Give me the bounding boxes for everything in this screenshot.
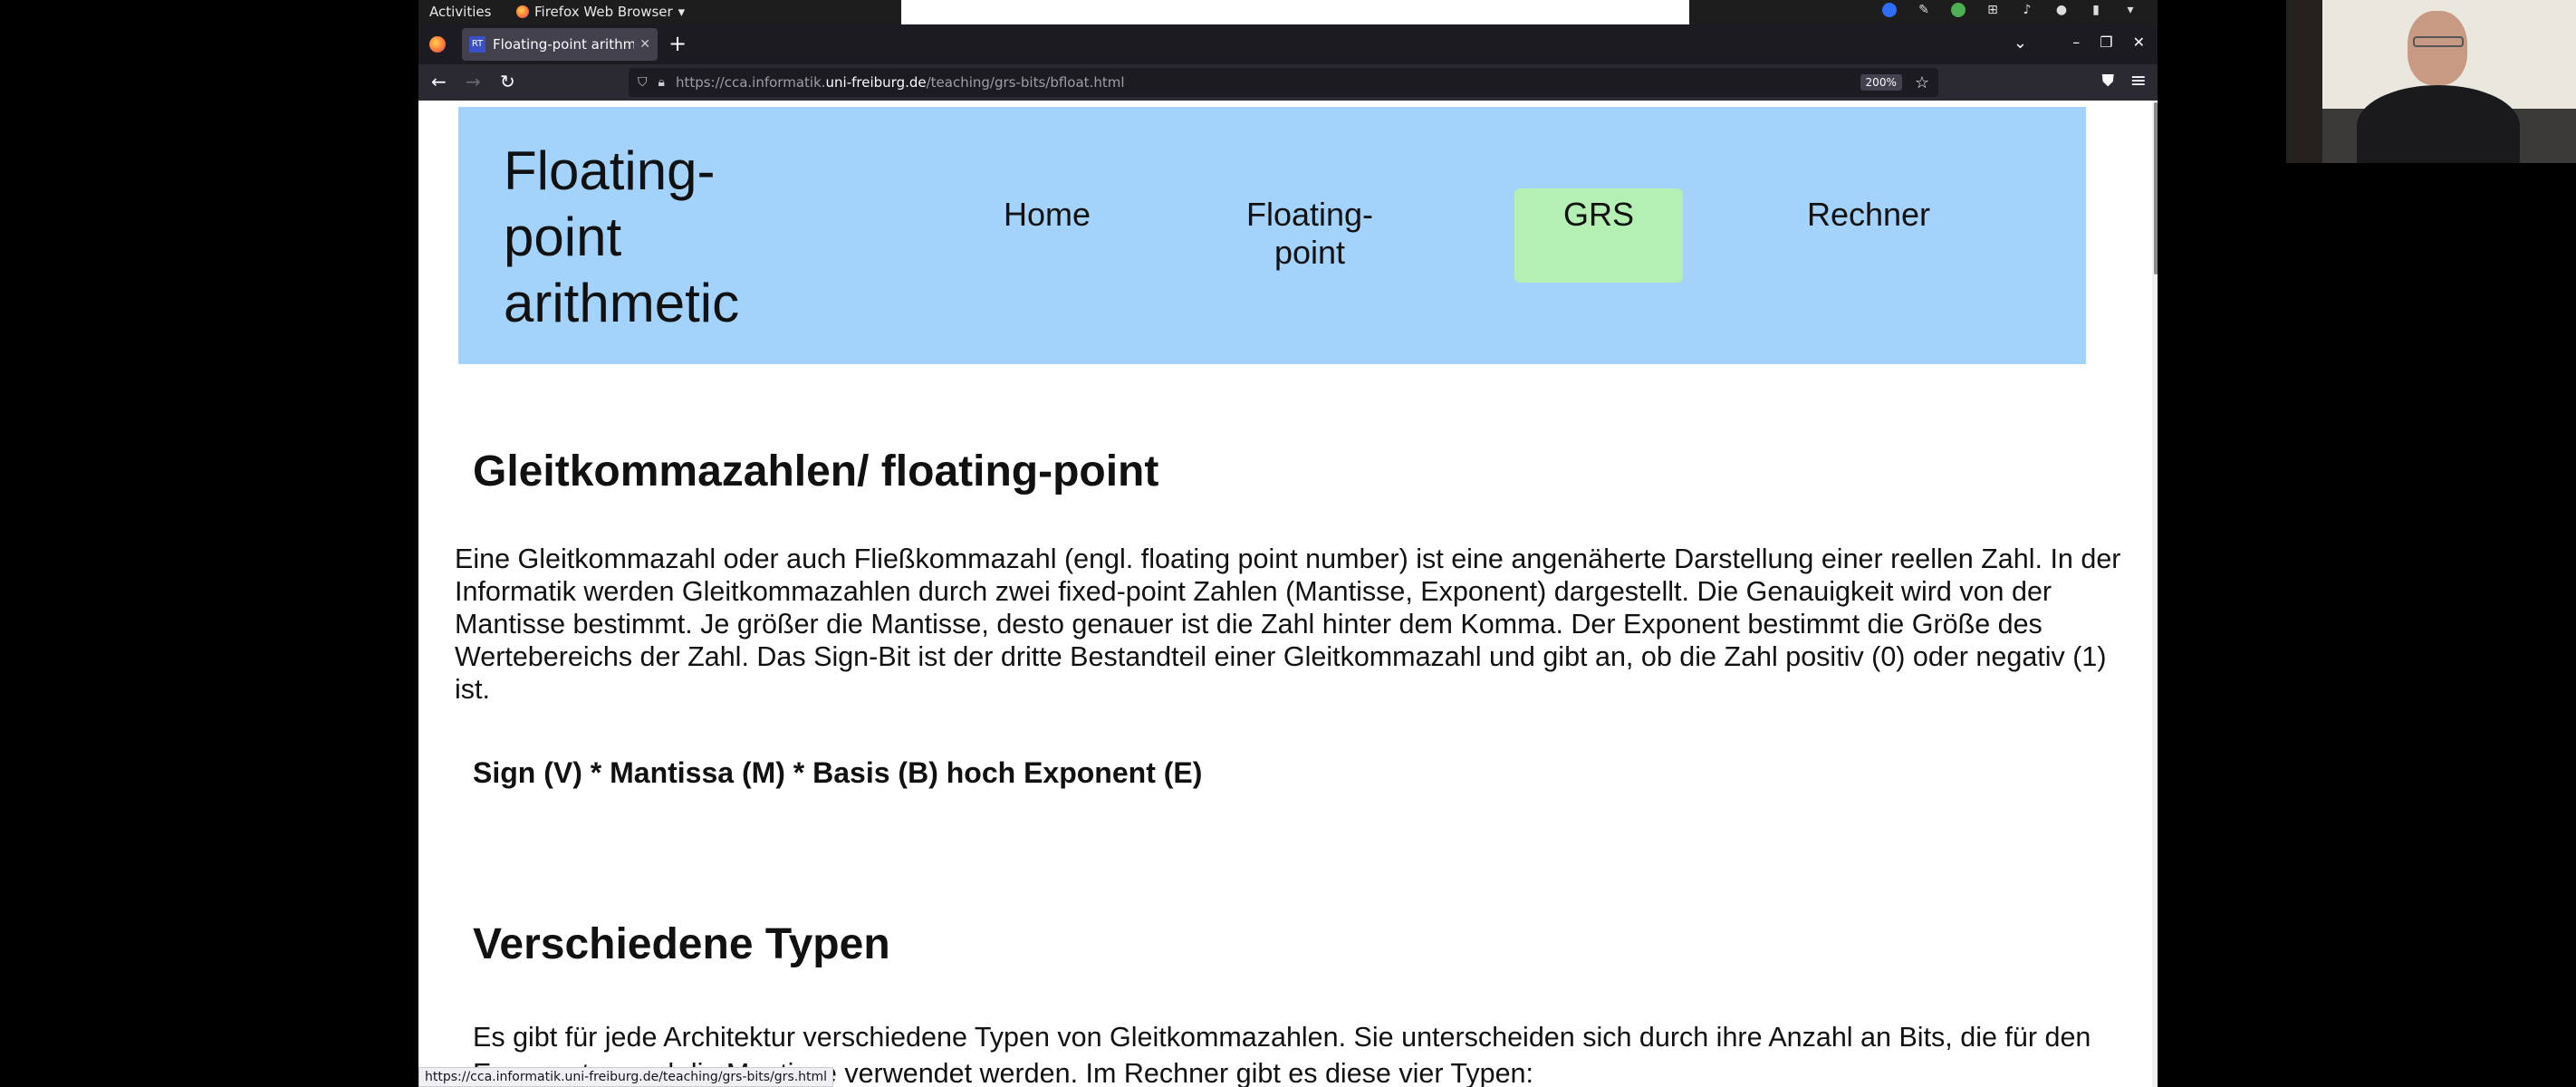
- link-status-bar: https://cca.informatik.uni-freiburg.de/t…: [418, 1067, 834, 1087]
- url-prefix: https://cca.informatik.: [675, 74, 826, 91]
- lock-icon[interactable]: 🔒︎: [658, 75, 665, 90]
- background: [2286, 0, 2322, 163]
- intro-paragraph: Eine Gleitkommazahl oder auch Fließkomma…: [455, 544, 2121, 705]
- tab-title: Floating-point arithmetic: [493, 36, 635, 53]
- check-icon[interactable]: [1951, 3, 1966, 17]
- browser-window: RT Floating-point arithmetic ✕ + ⌄ – ❐ ✕…: [418, 24, 2158, 1087]
- url-domain: uni-freiburg.de: [825, 74, 927, 91]
- reload-icon[interactable]: ↻: [500, 72, 515, 91]
- close-icon[interactable]: ✕: [639, 37, 650, 52]
- shield-icon[interactable]: ⛉: [638, 75, 648, 90]
- system-tray[interactable]: ✎ ⊞ ♪ ● ▮ ▾: [1882, 3, 2138, 17]
- section-heading-types: Verschiedene Typen: [473, 920, 890, 968]
- window-controls: – ❐ ✕: [2072, 34, 2145, 51]
- screen-share-bar: [901, 0, 1689, 24]
- firefox-icon: [429, 36, 446, 53]
- section-heading: Gleitkommazahlen/ floating-point: [473, 447, 1159, 495]
- close-window-icon[interactable]: ✕: [2133, 34, 2145, 51]
- site-header: Floating-point arithmetic Home Floating-…: [458, 107, 2086, 364]
- app-menu[interactable]: Firefox Web Browser ▾: [516, 4, 685, 20]
- minimize-icon[interactable]: –: [2072, 34, 2080, 51]
- activities-button[interactable]: Activities: [429, 4, 491, 20]
- bookmark-star-icon[interactable]: ☆: [1915, 73, 1929, 92]
- formula: Sign (V) * Mantissa (M) * Basis (B) hoch…: [473, 756, 1203, 789]
- page-content: Floating-point arithmetic Home Floating-…: [418, 101, 2158, 1087]
- tab-active[interactable]: RT Floating-point arithmetic ✕: [462, 28, 658, 61]
- nav-link-floating-point[interactable]: Floating-point: [1219, 196, 1400, 272]
- nav-link-rechner[interactable]: Rechner: [1755, 196, 1982, 234]
- status-icon[interactable]: [1882, 3, 1897, 17]
- new-tab-button[interactable]: +: [668, 32, 687, 55]
- list-all-tabs-button[interactable]: ⌄: [2014, 34, 2027, 53]
- network-icon[interactable]: ⊞: [1985, 3, 2000, 17]
- pen-icon[interactable]: ✎: [1917, 3, 1931, 17]
- battery-icon[interactable]: ▮: [2089, 3, 2103, 17]
- url-path: /teaching/grs-bits/bfloat.html: [926, 74, 1125, 91]
- zoom-indicator[interactable]: 200%: [1860, 74, 1902, 91]
- favicon: RT: [469, 36, 485, 53]
- url-bar[interactable]: ⛉ 🔒︎ https://cca.informatik. uni-freiburg…: [629, 68, 1938, 97]
- glasses: [2413, 36, 2464, 47]
- nav-link-grs[interactable]: GRS: [1514, 188, 1683, 283]
- tab-bar: RT Floating-point arithmetic ✕ + ⌄ – ❐ ✕: [418, 24, 2158, 64]
- system-top-bar: Activities Firefox Web Browser ▾ ✎ ⊞ ♪ ●…: [418, 0, 2158, 24]
- nav-link-home[interactable]: Home: [966, 196, 1129, 234]
- forward-icon[interactable]: →: [466, 72, 481, 91]
- back-icon[interactable]: ←: [431, 72, 447, 91]
- presenter-head: [2408, 11, 2467, 85]
- app-menu-label: Firefox Web Browser: [534, 4, 673, 20]
- volume-icon[interactable]: ♪: [2020, 3, 2034, 17]
- presenter-body: [2357, 85, 2520, 163]
- scrollbar[interactable]: [2152, 101, 2158, 1087]
- scrollbar-thumb[interactable]: [2154, 102, 2158, 274]
- microphone-icon[interactable]: ●: [2054, 3, 2069, 17]
- maximize-icon[interactable]: ❐: [2100, 34, 2112, 51]
- site-title: Floating-point arithmetic: [504, 140, 740, 333]
- chevron-down-icon: ▾: [678, 4, 686, 20]
- navigation-toolbar: ← → ↻ ⛉ 🔒︎ https://cca.informatik. uni-fr…: [418, 64, 2158, 101]
- chevron-down-icon[interactable]: ▾: [2123, 3, 2138, 17]
- webcam-video: [2286, 0, 2576, 163]
- pocket-icon[interactable]: ⛊: [2102, 72, 2115, 91]
- firefox-icon: [516, 5, 529, 18]
- hamburger-menu-icon[interactable]: ≡: [2130, 70, 2147, 92]
